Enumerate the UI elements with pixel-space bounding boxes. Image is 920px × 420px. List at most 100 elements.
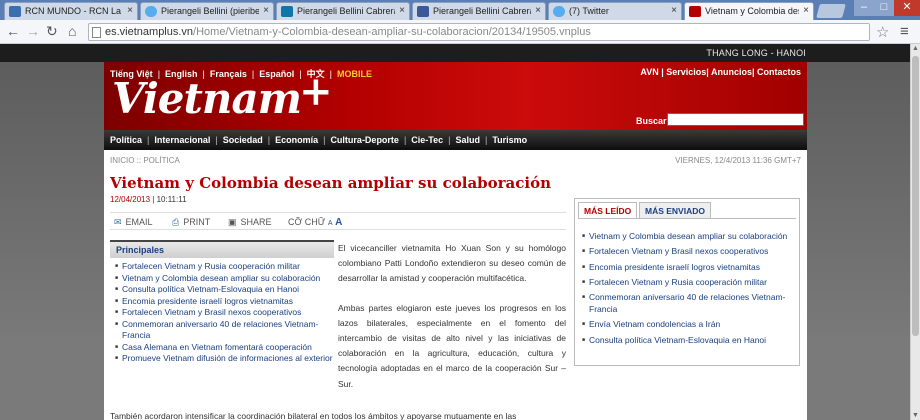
email-button[interactable]: ✉ EMAIL bbox=[114, 217, 153, 228]
print-button[interactable]: ⎙ PRINT bbox=[172, 217, 210, 228]
current-date: VIERNES, 12/4/2013 11:36 GMT+7 bbox=[675, 156, 801, 165]
publish-time: | 10:11:11 bbox=[152, 195, 187, 204]
article-paragraph: El vicecanciller vietnamita Ho Xuan Son … bbox=[338, 243, 566, 284]
twitter-favicon-icon bbox=[553, 6, 565, 17]
top-strip: THANG LONG - HANOI bbox=[0, 44, 910, 62]
url-path: /Home/Vietnam-y-Colombia-desean-ampliar-… bbox=[193, 26, 591, 38]
article-continuation: También acordaron intensificar la coordi… bbox=[110, 411, 517, 420]
twitter-favicon-icon bbox=[145, 6, 157, 17]
principales-item[interactable]: Casa Alemana en Vietnam fomentará cooper… bbox=[115, 342, 334, 354]
address-bar[interactable]: es.vietnamplus.vn/Home/Vietnam-y-Colombi… bbox=[88, 23, 870, 41]
most-read-item[interactable]: Fortalecen Vietnam y Rusia cooperación m… bbox=[582, 277, 796, 289]
browser-tab-strip: RCN MUNDO - RCN La Radi × Pierangeli Bel… bbox=[0, 0, 920, 20]
most-read-item[interactable]: Conmemoran aniversario 40 de relaciones … bbox=[582, 292, 796, 316]
principales-item[interactable]: Conmemoran aniversario 40 de relaciones … bbox=[115, 319, 334, 342]
most-read-panel: Vietnam y Colombia desean ampliar su col… bbox=[578, 218, 796, 362]
back-arrow-icon[interactable]: ← bbox=[6, 23, 20, 39]
tab-most-sent[interactable]: MÁS ENVIADO bbox=[639, 202, 711, 218]
publish-date: 12/04/2013 | 10:11:11 bbox=[110, 195, 187, 204]
principales-item[interactable]: Fortalecen Vietnam y Rusia cooperación m… bbox=[115, 261, 334, 273]
page-scrollbar[interactable]: ▲ ▼ bbox=[910, 44, 920, 420]
article-body: El vicecanciller vietnamita Ho Xuan Son … bbox=[338, 241, 566, 406]
browser-tab[interactable]: (7) Twitter × bbox=[548, 2, 682, 20]
principales-item[interactable]: Encomia presidente israelí logros vietna… bbox=[115, 296, 334, 308]
nav-sociedad[interactable]: Sociedad bbox=[223, 135, 263, 145]
tab-close-icon[interactable]: × bbox=[127, 5, 133, 16]
browser-tab-active[interactable]: Vietnam y Colombia desean × bbox=[684, 2, 814, 20]
most-read-item[interactable]: Envía Vietnam condolencias a Irán bbox=[582, 319, 796, 331]
forward-arrow-icon[interactable]: → bbox=[26, 23, 40, 39]
most-read-list: Vietnam y Colombia desean ampliar su col… bbox=[578, 219, 796, 346]
print-icon: ⎙ bbox=[172, 217, 180, 227]
principales-list: Fortalecen Vietnam y Rusia cooperación m… bbox=[110, 258, 334, 365]
scrollbar-thumb[interactable] bbox=[912, 56, 919, 336]
url-host: es.vietnamplus.vn bbox=[105, 26, 194, 38]
font-larger-button[interactable]: A bbox=[335, 217, 342, 228]
nav-economia[interactable]: Economía bbox=[275, 135, 318, 145]
browser-tab[interactable]: Pierangeli Bellini (pieribellini) × bbox=[140, 2, 274, 20]
browser-tab[interactable]: RCN MUNDO - RCN La Radi × bbox=[4, 2, 138, 20]
nav-salud[interactable]: Salud bbox=[455, 135, 480, 145]
principales-item[interactable]: Consulta política Vietnam-Eslovaquia en … bbox=[115, 284, 334, 296]
share-button[interactable]: ▣ SHARE bbox=[228, 217, 272, 228]
search-input[interactable] bbox=[667, 113, 804, 126]
nav-cultura-deporte[interactable]: Cultura-Deporte bbox=[330, 135, 399, 145]
browser-tab[interactable]: Pierangeli Bellini Cabrera × bbox=[412, 2, 546, 20]
menu-icon[interactable]: ≡ bbox=[900, 23, 909, 40]
nav-turismo[interactable]: Turismo bbox=[492, 135, 527, 145]
font-smaller-button[interactable]: A bbox=[328, 220, 333, 227]
nav-cie-tec[interactable]: Cie-Tec bbox=[411, 135, 443, 145]
home-icon[interactable]: ⌂ bbox=[68, 23, 76, 39]
logo-plus-icon: + bbox=[299, 68, 333, 115]
principales-item[interactable]: Vietnam y Colombia desean ampliar su col… bbox=[115, 273, 334, 285]
publish-day: 12/04/2013 bbox=[110, 195, 151, 204]
email-icon: ✉ bbox=[114, 217, 122, 227]
main-nav: Política | Internacional | Sociedad | Economía… bbox=[104, 130, 807, 150]
site-container: Tiếng Việt | English | Français | Español | 中文 | M… bbox=[104, 62, 807, 420]
bookmark-star-icon[interactable]: ☆ bbox=[876, 23, 889, 41]
tab-close-icon[interactable]: × bbox=[535, 5, 541, 16]
principales-item[interactable]: Promueve Vietnam difusión de informacion… bbox=[115, 353, 334, 365]
nav-internacional[interactable]: Internacional bbox=[154, 135, 210, 145]
page-icon bbox=[92, 27, 101, 38]
logo-text: Vietnam bbox=[112, 74, 302, 123]
principales-item[interactable]: Fortalecen Vietnam y Brasil nexos cooper… bbox=[115, 307, 334, 319]
scroll-up-icon[interactable]: ▲ bbox=[912, 45, 919, 52]
rcn-favicon-icon bbox=[9, 6, 21, 17]
browser-tab[interactable]: Pierangeli Bellini Cabrera | L × bbox=[276, 2, 410, 20]
share-icon: ▣ bbox=[228, 217, 237, 227]
most-read-item[interactable]: Encomia presidente israelí logros vietna… bbox=[582, 262, 796, 274]
city-label: THANG LONG - HANOI bbox=[706, 48, 806, 58]
font-size-control: CỠ CHỮ A A bbox=[288, 217, 343, 228]
article-headline: Vietnam y Colombia desean ampliar su col… bbox=[110, 174, 552, 192]
nav-politica[interactable]: Política bbox=[110, 135, 142, 145]
most-read-item[interactable]: Fortalecen Vietnam y Brasil nexos cooper… bbox=[582, 246, 796, 258]
window-close-button[interactable]: ✕ bbox=[894, 0, 920, 16]
vietnamplus-favicon-icon bbox=[689, 6, 701, 17]
breadcrumb[interactable]: INICIO :: POLÍTICA bbox=[110, 156, 180, 165]
mobile-link[interactable]: MOBILE bbox=[337, 69, 372, 79]
principales-title: Principales bbox=[110, 240, 334, 258]
tab-close-icon[interactable]: × bbox=[671, 5, 677, 16]
maximize-button[interactable]: □ bbox=[874, 0, 894, 16]
most-read-item[interactable]: Consulta política Vietnam-Eslovaquia en … bbox=[582, 335, 796, 347]
reload-icon[interactable]: ↻ bbox=[46, 23, 58, 40]
search-label: Buscar bbox=[636, 116, 667, 126]
linkedin-favicon-icon bbox=[281, 6, 293, 17]
minimize-button[interactable]: – bbox=[854, 0, 874, 16]
site-logo[interactable]: Vietnam+ bbox=[112, 68, 333, 123]
tab-close-icon[interactable]: × bbox=[803, 5, 809, 16]
browser-toolbar: ← → ↻ ⌂ es.vietnamplus.vn/Home/Vietnam-y… bbox=[0, 20, 920, 44]
tab-close-icon[interactable]: × bbox=[399, 5, 405, 16]
article-tools: ✉ EMAIL ⎙ PRINT ▣ SHARE CỠ CHỮ A A bbox=[110, 212, 566, 230]
tab-most-read[interactable]: MÁS LEÍDO bbox=[578, 202, 638, 218]
scroll-down-icon[interactable]: ▼ bbox=[912, 412, 919, 419]
top-links[interactable]: AVN | Servicios| Anuncios| Contactos bbox=[640, 67, 801, 77]
new-tab-button[interactable] bbox=[816, 4, 846, 18]
most-read-item[interactable]: Vietnam y Colombia desean ampliar su col… bbox=[582, 231, 796, 243]
facebook-favicon-icon bbox=[417, 6, 429, 17]
most-read-box: MÁS LEÍDO MÁS ENVIADO Vietnam y Colombia… bbox=[574, 198, 800, 366]
principales-box: Principales Fortalecen Vietnam y Rusia c… bbox=[110, 240, 334, 410]
site-header: Tiếng Việt | English | Français | Español | 中文 | M… bbox=[104, 62, 807, 130]
tab-close-icon[interactable]: × bbox=[263, 5, 269, 16]
